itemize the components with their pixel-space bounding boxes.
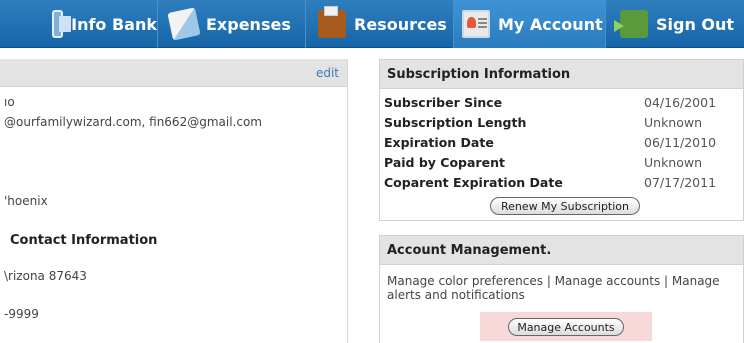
contact-information-heading: Contact Information [10, 233, 158, 248]
resources-icon [318, 6, 346, 38]
subscription-row: Expiration Date 06/11/2010 [384, 135, 736, 151]
account-management-links[interactable]: Manage color preferences | Manage accoun… [387, 274, 739, 302]
subscriber-since-label: Subscriber Since [384, 95, 503, 110]
subscription-length-value: Unknown [644, 115, 703, 130]
top-navigation: Info Bank Expenses Resources My Account … [0, 0, 744, 48]
nav-my-account[interactable]: My Account [454, 0, 606, 48]
nav-info-bank-label: Info Bank [71, 14, 157, 34]
sign-out-icon [614, 10, 648, 38]
coparent-expiration-date-label: Coparent Expiration Date [384, 175, 563, 190]
expiration-date-value: 06/11/2010 [644, 135, 717, 150]
paid-by-coparent-value: Unknown [644, 155, 703, 170]
nav-resources-label: Resources [354, 14, 447, 34]
expiration-date-label: Expiration Date [384, 135, 494, 150]
email-value: @ourfamilywizard.com, fin662@gmail.com [4, 115, 262, 129]
nav-my-account-label: My Account [498, 14, 603, 34]
subscription-row: Subscriber Since 04/16/2001 [384, 95, 736, 111]
nav-expenses[interactable]: Expenses [158, 0, 306, 48]
manage-accounts-button[interactable]: Manage Accounts [508, 318, 624, 336]
account-management-box: Account Management. Manage color prefere… [379, 235, 744, 343]
subscriber-since-value: 04/16/2001 [644, 95, 717, 110]
my-account-icon [462, 10, 490, 38]
edit-link[interactable]: edit [316, 66, 339, 80]
nav-info-bank[interactable]: Info Bank [0, 0, 158, 48]
coparent-expiration-date-value: 07/17/2011 [644, 175, 717, 190]
expenses-icon [167, 7, 201, 41]
account-details-header: edit [0, 59, 347, 87]
phone-value: -9999 [4, 307, 39, 321]
paid-by-coparent-label: Paid by Coparent [384, 155, 505, 170]
subscription-length-label: Subscription Length [384, 115, 527, 130]
name-value: ıo [4, 95, 15, 109]
nav-sign-out[interactable]: Sign Out [606, 0, 744, 48]
state-zip-value: \rizona 87643 [4, 269, 87, 283]
account-details-panel: edit ıo @ourfamilywizard.com, fin662@gma… [0, 59, 348, 343]
subscription-row: Coparent Expiration Date 07/17/2011 [384, 175, 736, 191]
renew-subscription-button[interactable]: Renew My Subscription [490, 197, 640, 215]
subscription-row: Paid by Coparent Unknown [384, 155, 736, 171]
account-management-title: Account Management. [380, 236, 743, 265]
subscription-information-title: Subscription Information [380, 60, 743, 89]
nav-expenses-label: Expenses [206, 14, 291, 34]
subscription-row: Subscription Length Unknown [384, 115, 736, 131]
nav-resources[interactable]: Resources [306, 0, 454, 48]
nav-sign-out-label: Sign Out [656, 14, 735, 34]
subscription-information-box: Subscription Information Subscriber Sinc… [379, 59, 744, 221]
info-bank-icon [52, 10, 72, 38]
city-value: 'hoenix [4, 194, 48, 208]
